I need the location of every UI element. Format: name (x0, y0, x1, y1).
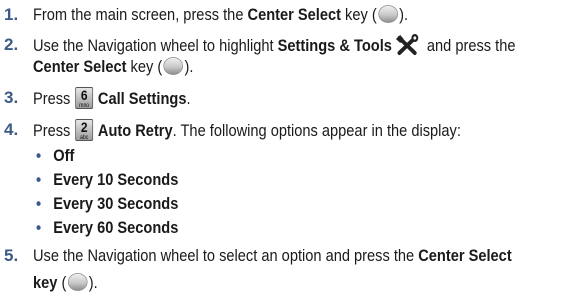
options-list: • Off • Every 10 Seconds • Every 30 Seconds… (36, 144, 202, 240)
center-select-label: Center Select (247, 5, 341, 24)
bullet: • (36, 146, 42, 165)
step-text: key ( (126, 57, 163, 76)
step-text: . (186, 89, 191, 108)
option-item: • Every 60 Seconds (36, 216, 178, 240)
key-digit: 2 (81, 119, 88, 135)
step-text: ( (57, 273, 67, 292)
bullet: • (36, 194, 42, 213)
option-item: • Off (36, 144, 178, 168)
step-text: key ( (340, 5, 377, 24)
step-text: Press (33, 89, 71, 108)
bullet: • (36, 218, 42, 237)
bullet: • (36, 170, 42, 189)
step-text: ). (399, 5, 409, 24)
step-text: and press the (422, 36, 516, 55)
keypad-2-key-icon: 2 abc (75, 119, 94, 141)
settings-tools-label: Settings & Tools (277, 36, 392, 55)
key-letters: mno (80, 103, 90, 109)
step-number: 4. (4, 120, 19, 139)
settings-tools-icon (396, 34, 419, 56)
call-settings-label: Call Settings (97, 89, 187, 108)
key-letters: abc (80, 135, 88, 141)
step-text: Press (33, 121, 71, 140)
center-select-label: Center Select (33, 57, 127, 76)
option-item: • Every 30 Seconds (36, 192, 178, 216)
key-label: key (33, 273, 58, 292)
center-select-key-icon (163, 57, 184, 75)
step-number: 2. (4, 35, 19, 54)
step-text: Use the Navigation wheel to select an op… (33, 246, 419, 265)
key-digit: 6 (81, 87, 88, 103)
auto-retry-label: Auto Retry (97, 121, 173, 140)
step-text: ). (88, 273, 98, 292)
step-text: . The following options appear in the di… (172, 121, 461, 140)
step-number: 1. (4, 5, 19, 24)
step-text: From the main screen, press the (33, 5, 248, 24)
step-number: 5. (4, 246, 19, 265)
step-text: Use the Navigation wheel to highlight (33, 36, 278, 55)
center-select-key-icon (378, 5, 398, 23)
center-select-key-icon (67, 273, 88, 291)
option-item: • Every 10 Seconds (36, 168, 178, 192)
center-select-label: Center Select (418, 246, 512, 265)
step-number: 3. (4, 88, 19, 107)
instruction-document: 1. From the main screen, press the Cente… (0, 0, 583, 306)
step-text: ). (184, 57, 194, 76)
keypad-6-key-icon: 6 mno (75, 87, 94, 109)
